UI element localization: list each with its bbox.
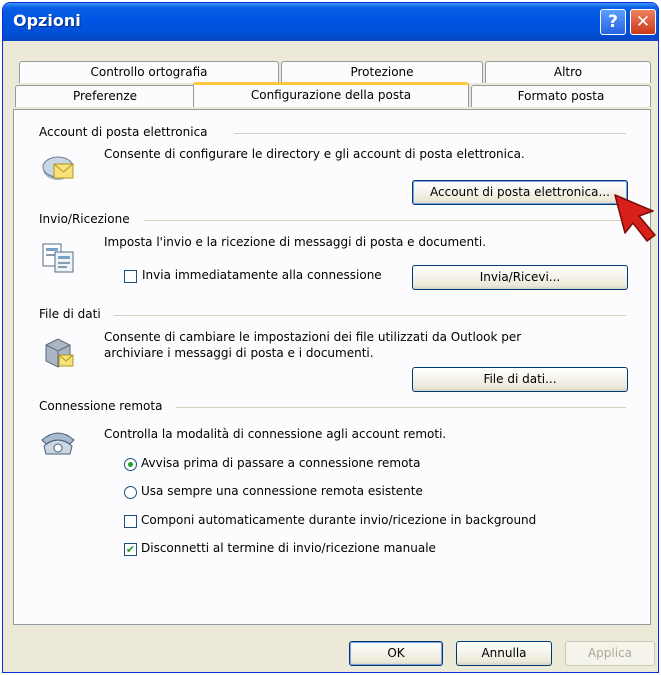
send-immediately-label[interactable]: Invia immediatamente alla connessione bbox=[142, 268, 382, 282]
pointer-arrow-icon bbox=[614, 194, 656, 242]
mail-setup-panel: Account di posta elettronica Consente di… bbox=[13, 109, 651, 625]
tab-mail-setup[interactable]: Configurazione della posta bbox=[193, 82, 469, 107]
tab-spelling[interactable]: Controllo ortografia bbox=[19, 61, 279, 83]
ok-button[interactable]: OK bbox=[349, 641, 443, 666]
warn-before-dialup-radio[interactable] bbox=[124, 458, 137, 471]
apply-button[interactable]: Applica bbox=[565, 641, 655, 666]
data-files-divider bbox=[114, 315, 626, 316]
dialup-heading: Connessione remota bbox=[39, 399, 163, 413]
title-bar[interactable]: Opzioni ? ✕ bbox=[3, 3, 658, 41]
data-files-heading: File di dati bbox=[39, 307, 101, 321]
dialup-divider bbox=[176, 407, 626, 408]
send-immediately-checkbox[interactable] bbox=[124, 270, 137, 283]
data-files-description-line1: Consente di cambiare le impostazioni dei… bbox=[104, 330, 522, 344]
data-files-icon bbox=[45, 338, 74, 368]
email-accounts-button[interactable]: Account di posta elettronica... bbox=[412, 180, 628, 205]
hang-up-label[interactable]: Disconnetti al termine di invio/ricezion… bbox=[141, 541, 436, 555]
send-receive-description: Imposta l'invio e la ricezione di messag… bbox=[104, 235, 487, 249]
hang-up-checkbox[interactable]: ✔ bbox=[124, 543, 137, 556]
options-dialog: Opzioni ? ✕ Controllo ortografia Protezi… bbox=[2, 2, 659, 673]
mail-accounts-icon bbox=[42, 156, 74, 180]
data-files-description-line2: archiviare i messaggi di posta e i docum… bbox=[104, 346, 374, 360]
send-receive-icon bbox=[42, 243, 74, 273]
tab-mail-format[interactable]: Formato posta bbox=[471, 85, 651, 107]
dialup-description: Controlla la modalità di connessione agl… bbox=[104, 427, 447, 441]
accounts-description: Consente di configurare le directory e g… bbox=[104, 147, 525, 161]
send-receive-heading: Invio/Ricezione bbox=[39, 212, 130, 226]
use-existing-connection-radio[interactable] bbox=[124, 486, 137, 499]
close-icon: ✕ bbox=[635, 12, 651, 32]
help-icon: ? bbox=[608, 12, 618, 32]
dialog-title: Opzioni bbox=[13, 11, 81, 30]
use-existing-connection-label[interactable]: Usa sempre una connessione remota esiste… bbox=[141, 484, 423, 498]
tab-other[interactable]: Altro bbox=[485, 61, 651, 83]
data-files-button[interactable]: File di dati... bbox=[412, 367, 628, 392]
auto-dial-checkbox[interactable] bbox=[124, 515, 137, 528]
checkmark-icon: ✔ bbox=[125, 543, 136, 556]
auto-dial-label[interactable]: Componi automaticamente durante invio/ri… bbox=[141, 513, 536, 527]
send-receive-button[interactable]: Invia/Ricevi... bbox=[412, 265, 628, 290]
help-button[interactable]: ? bbox=[600, 9, 626, 35]
telephone-icon bbox=[41, 432, 75, 455]
accounts-heading: Account di posta elettronica bbox=[39, 125, 208, 139]
warn-before-dialup-label[interactable]: Avvisa prima di passare a connessione re… bbox=[141, 456, 421, 470]
cancel-button[interactable]: Annulla bbox=[456, 641, 552, 666]
accounts-divider bbox=[234, 133, 626, 134]
close-button[interactable]: ✕ bbox=[630, 9, 656, 35]
tab-preferences[interactable]: Preferenze bbox=[15, 85, 195, 107]
send-receive-divider bbox=[144, 220, 626, 221]
tab-security[interactable]: Protezione bbox=[281, 61, 483, 83]
